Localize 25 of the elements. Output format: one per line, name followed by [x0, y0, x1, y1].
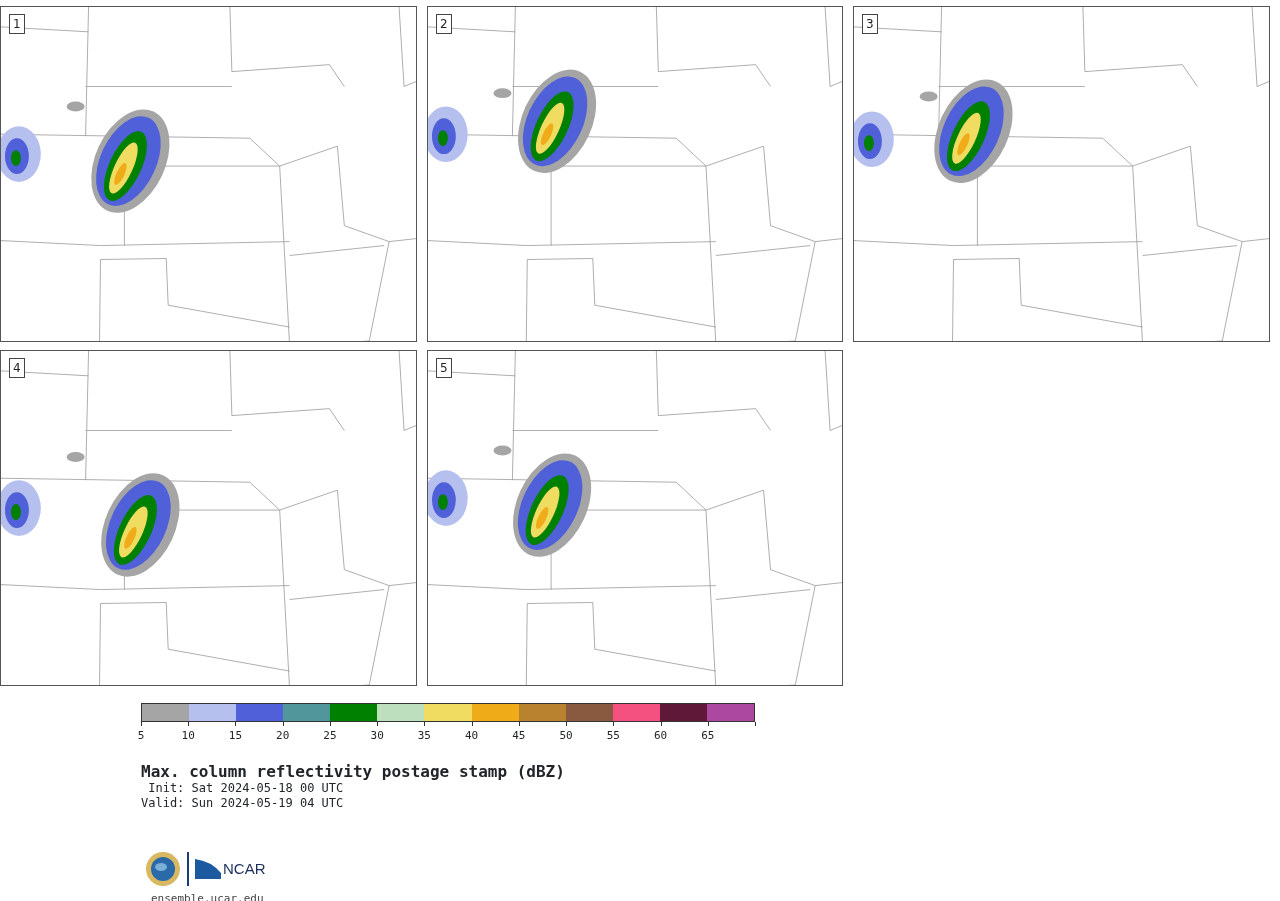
- panel-number: 2: [436, 14, 452, 34]
- panel-number: 1: [9, 14, 25, 34]
- globe-seal-icon: [145, 851, 181, 887]
- tick-label: 55: [606, 728, 620, 744]
- panel-number: 5: [436, 358, 452, 378]
- tick-label: 65: [701, 728, 715, 744]
- tick-label: 35: [417, 728, 431, 744]
- tick-label: 20: [276, 728, 290, 744]
- tick-label: 40: [465, 728, 479, 744]
- logo-text: NCAR: [223, 858, 266, 879]
- tick-label: 50: [559, 728, 573, 744]
- tick-label: 45: [512, 728, 526, 744]
- init-time: Init: Sat 2024-05-18 00 UTC: [147, 781, 345, 796]
- divider-line: [187, 852, 189, 886]
- tick-label: 10: [181, 728, 195, 744]
- panel-number: 3: [862, 14, 878, 34]
- valid-time: Valid: Sun 2024-05-19 04 UTC: [141, 796, 345, 811]
- tick-label: 25: [323, 728, 337, 744]
- chart-title: Max. column reflectivity postage stamp (dBZ): [141, 762, 566, 781]
- tick-label: 15: [228, 728, 243, 744]
- tick-label: 30: [370, 728, 384, 744]
- panel-number: 4: [9, 358, 25, 378]
- tick-label: 5: [137, 728, 145, 744]
- swoosh-icon: [195, 859, 221, 879]
- tick-label: 60: [653, 728, 668, 744]
